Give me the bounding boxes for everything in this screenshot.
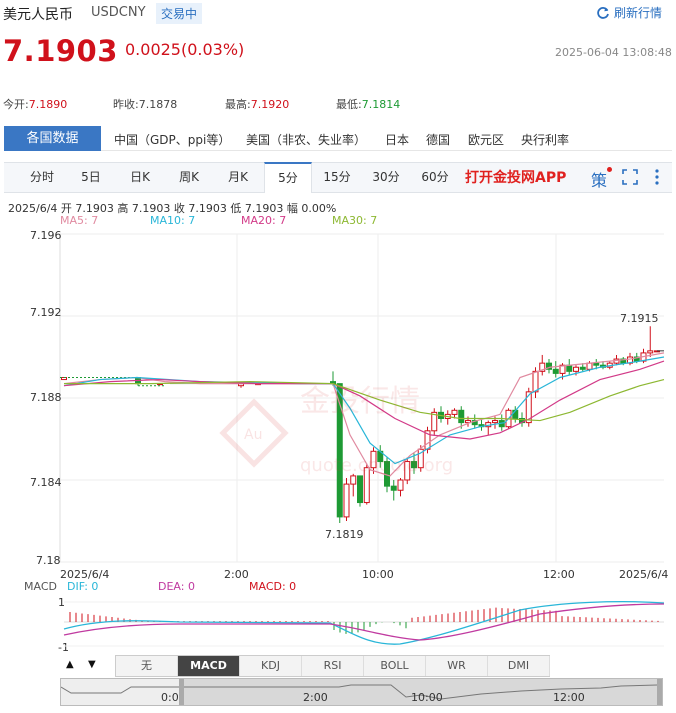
low-annotation: 7.1819 — [325, 528, 364, 541]
high-quote: 最高:7.1920 — [225, 98, 290, 111]
dif-legend: DIF: 0 — [67, 580, 99, 593]
category-germany[interactable]: 德国 — [426, 131, 450, 148]
candle — [390, 485, 397, 491]
candlestick-chart[interactable]: 金投行情 quote.cngold.org Au — [0, 226, 676, 576]
candle — [532, 370, 539, 393]
quote-header: 美元人民币 USDCNY 交易中 刷新行情 — [0, 0, 676, 28]
candle — [593, 362, 600, 366]
category-central-bank[interactable]: 央行利率 — [521, 131, 569, 148]
x-tick-label: 2025/6/4 — [619, 568, 669, 581]
low-quote: 最低:7.1814 — [336, 98, 401, 111]
candle — [647, 350, 654, 354]
candle — [343, 483, 350, 518]
dea-legend: DEA: 0 — [158, 580, 195, 593]
tab-daily[interactable]: 日K — [116, 163, 164, 192]
tab-weekly[interactable]: 周K — [165, 163, 213, 192]
x-tick-label: 2:00 — [224, 568, 249, 581]
strategy-icon[interactable]: 策 — [591, 167, 607, 191]
current-price: 7.1903 — [3, 34, 118, 68]
macd-chart — [63, 601, 665, 647]
period-tabs: 分时 5日 日K 周K 月K 5分 15分 30分 60分 打开金投网APP 策 — [4, 162, 672, 193]
high-annotation: 7.1915 — [620, 312, 659, 325]
indicator-boll[interactable]: BOLL — [364, 656, 426, 676]
y-tick-label: 7.188 — [30, 391, 62, 404]
refresh-label: 刷新行情 — [614, 6, 663, 20]
open-app-link[interactable]: 打开金投网APP — [465, 167, 566, 187]
open-quote: 今开:7.1890 — [3, 98, 68, 111]
y-tick-label: 7.18 — [36, 554, 61, 567]
candle — [586, 362, 593, 370]
candle — [566, 364, 573, 372]
macd-title: MACD — [24, 580, 57, 593]
tab-monthly[interactable]: 月K — [214, 163, 262, 192]
x-tick-label: 12:00 — [543, 568, 575, 581]
category-usa[interactable]: 美国（非农、失业率） — [246, 131, 366, 148]
category-eurozone[interactable]: 欧元区 — [468, 131, 504, 148]
navigator-label: 2:00 — [303, 691, 328, 704]
watermark: 金投行情 — [300, 384, 420, 419]
candle — [552, 368, 559, 374]
candle — [458, 409, 465, 424]
tab-15min[interactable]: 15分 — [313, 163, 361, 192]
macd-legend: MACD: 0 — [249, 580, 297, 593]
watermark-logo-text: Au — [244, 427, 262, 443]
candle — [397, 479, 404, 491]
tab-5min[interactable]: 5分 — [264, 162, 312, 193]
indicator-kdj[interactable]: KDJ — [240, 656, 302, 676]
tab-60min[interactable]: 60分 — [411, 163, 459, 192]
category-active[interactable]: 各国数据 — [4, 126, 101, 151]
candle — [350, 475, 357, 485]
price-change: 0.0025(0.03%) — [125, 40, 245, 59]
indicator-rsi[interactable]: RSI — [302, 656, 364, 676]
fullscreen-icon[interactable] — [622, 169, 638, 185]
zoom-up-icon[interactable]: ▲ — [66, 659, 74, 670]
indicator-dmi[interactable]: DMI — [488, 656, 550, 676]
candle — [492, 420, 498, 424]
pair-name: 美元人民币 — [3, 7, 73, 23]
range-navigator[interactable]: 0:0 2:00 10:00 12:00 — [60, 678, 663, 706]
refresh-icon — [597, 7, 609, 19]
y-tick-label: 7.192 — [30, 306, 62, 319]
indicator-none[interactable]: 无 — [116, 656, 178, 676]
pair-code: USDCNY — [91, 5, 146, 20]
y-tick-label: 7.184 — [30, 476, 62, 489]
notification-dot — [607, 167, 612, 172]
prev-close-quote: 昨收:7.1878 — [113, 98, 178, 111]
tab-intraday[interactable]: 分时 — [18, 163, 66, 192]
zoom-down-icon[interactable]: ▼ — [88, 659, 96, 670]
quote-summary: 今开:7.1890 昨收:7.1878 最高:7.1920 最低:7.1814 — [3, 96, 673, 112]
indicator-macd[interactable]: MACD — [178, 656, 240, 676]
status-badge: 交易中 — [156, 3, 203, 24]
candle — [357, 475, 363, 504]
x-tick-label: 10:00 — [362, 568, 394, 581]
category-bar: 各国数据 中国（GDP、ppi等） 美国（非农、失业率） 日本 德国 欧元区 央… — [4, 126, 672, 151]
candle — [573, 366, 579, 372]
quote-timestamp: 2025-06-04 13:08:48 — [555, 46, 672, 59]
indicator-selector: 无 MACD KDJ RSI BOLL WR DMI — [115, 655, 550, 677]
tab-5day[interactable]: 5日 — [67, 163, 115, 192]
watermark-url: quote.cngold.org — [300, 455, 453, 476]
tab-30min[interactable]: 30分 — [362, 163, 410, 192]
candle — [451, 409, 458, 415]
indicator-wr[interactable]: WR — [426, 656, 488, 676]
candle — [579, 366, 586, 370]
refresh-button[interactable]: 刷新行情 — [596, 4, 662, 21]
navigator-label: 0:0 — [161, 691, 179, 704]
y-tick-label: 7.196 — [30, 229, 62, 242]
category-japan[interactable]: 日本 — [385, 131, 409, 148]
category-china[interactable]: 中国（GDP、ppi等） — [114, 131, 230, 148]
more-menu-icon[interactable] — [654, 168, 660, 186]
navigator-label: 10:00 — [411, 691, 443, 704]
navigator-label: 12:00 — [553, 691, 585, 704]
